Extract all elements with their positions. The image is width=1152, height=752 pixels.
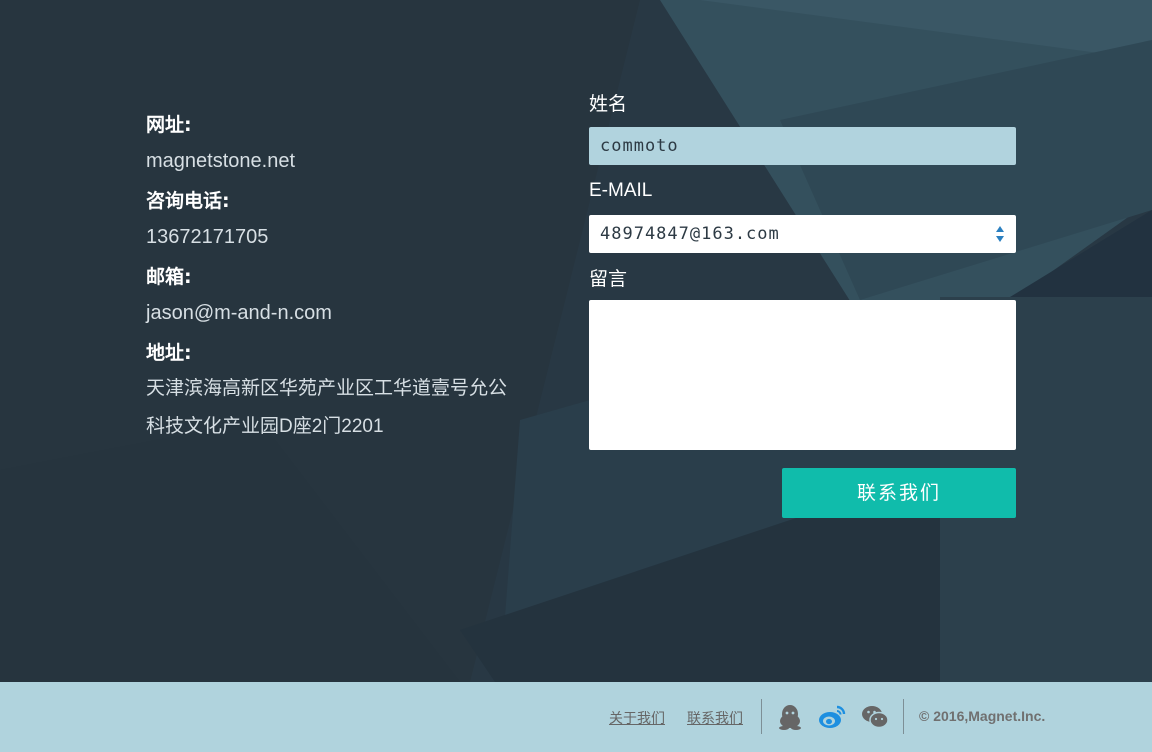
address-line-2: 科技文化产业园D座2门2201 bbox=[146, 416, 384, 437]
copyright-text: © 2016,Magnet.Inc. bbox=[919, 708, 1046, 724]
website-value: magnetstone.net bbox=[146, 150, 295, 172]
name-input[interactable]: commoto bbox=[589, 127, 1016, 165]
email-input[interactable]: 48974847@163.com bbox=[589, 215, 1016, 253]
message-label: 留言 bbox=[589, 268, 628, 290]
email-field-label: E-MAIL bbox=[589, 180, 653, 201]
wechat-icon[interactable] bbox=[861, 704, 889, 730]
email-input-value: 48974847@163.com bbox=[600, 224, 780, 244]
message-textarea[interactable] bbox=[589, 300, 1016, 450]
contact-info: 网址: magnetstone.net 咨询电话: 13672171705 邮箱… bbox=[146, 112, 566, 460]
website-label: 网址: bbox=[146, 114, 192, 136]
footer-divider-right bbox=[903, 699, 904, 734]
qq-icon[interactable] bbox=[776, 704, 804, 730]
name-label: 姓名 bbox=[589, 93, 628, 115]
submit-button[interactable]: 联系我们 bbox=[782, 468, 1016, 518]
email-label: 邮箱: bbox=[146, 266, 192, 288]
phone-value: 13672171705 bbox=[146, 226, 269, 248]
about-us-link[interactable]: 关于我们 bbox=[609, 708, 665, 728]
weibo-icon[interactable] bbox=[818, 704, 846, 730]
contact-form: 姓名 commoto E-MAIL 48974847@163.com 留言 bbox=[589, 90, 1016, 450]
stepper-arrows-icon[interactable] bbox=[995, 225, 1005, 243]
phone-label: 咨询电话: bbox=[146, 190, 230, 212]
email-value: jason@m-and-n.com bbox=[146, 302, 332, 324]
contact-us-link[interactable]: 联系我们 bbox=[687, 708, 743, 728]
address-line-1: 天津滨海高新区华苑产业区工华道壹号允公 bbox=[146, 378, 508, 399]
footer: 关于我们 联系我们 © 2016,Magnet.Inc. bbox=[0, 682, 1152, 752]
address-label: 地址: bbox=[146, 342, 192, 364]
footer-divider-left bbox=[761, 699, 762, 734]
address-value: 天津滨海高新区华苑产业区工华道壹号允公 科技文化产业园D座2门2201 bbox=[146, 370, 566, 446]
